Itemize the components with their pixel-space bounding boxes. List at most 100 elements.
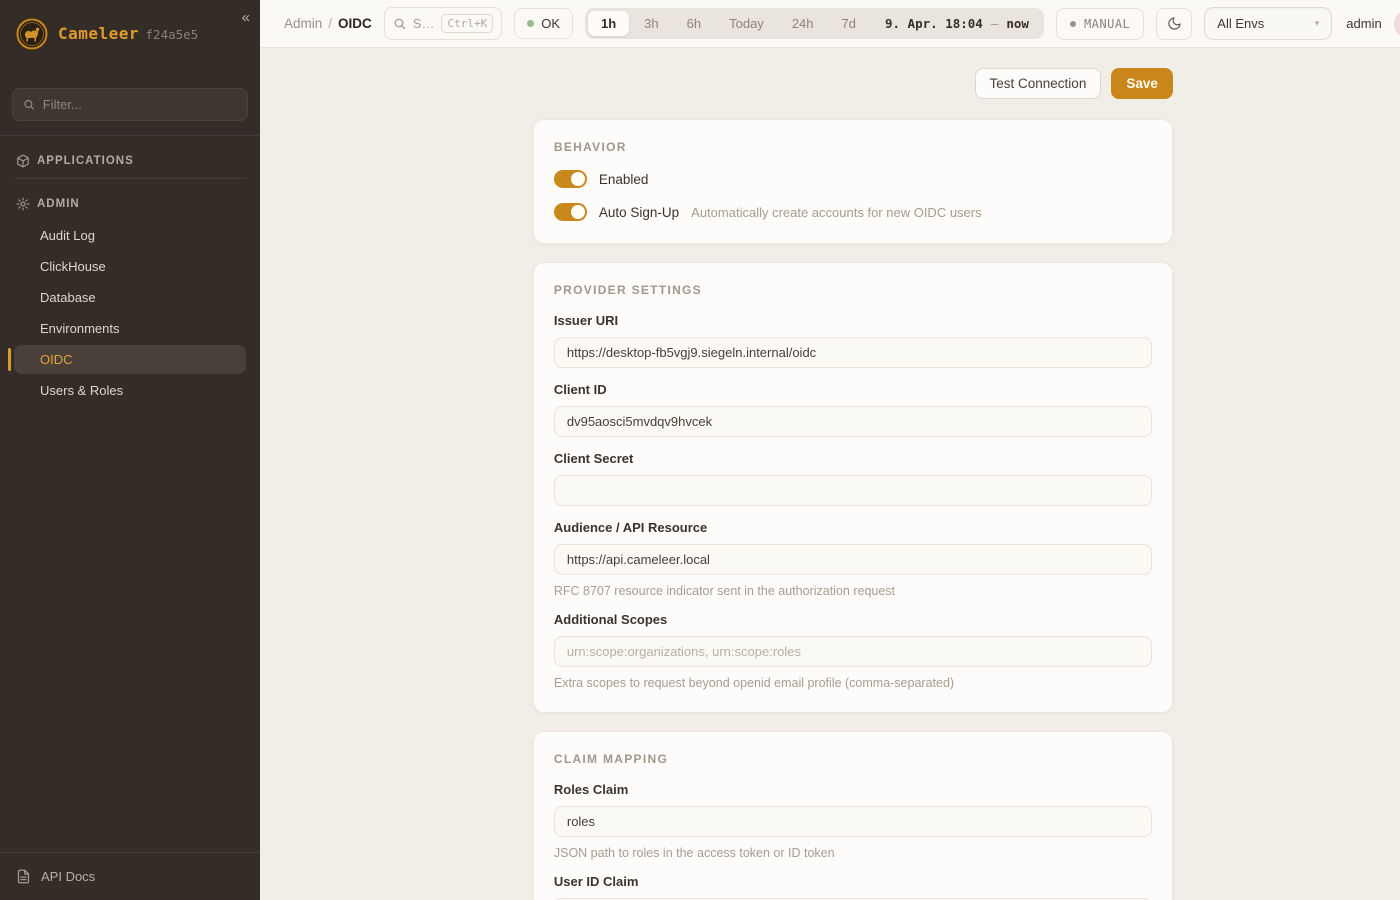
- time-range-control: 1h 3h 6h Today 24h 7d 9. Apr. 18:04 – no…: [585, 8, 1044, 39]
- auto-signup-toggle[interactable]: [554, 203, 587, 221]
- range-24h[interactable]: 24h: [779, 11, 827, 36]
- range-6h[interactable]: 6h: [674, 11, 714, 36]
- breadcrumb-admin[interactable]: Admin: [284, 16, 322, 31]
- api-docs-label: API Docs: [41, 869, 95, 884]
- global-search[interactable]: S… Ctrl+K: [384, 7, 502, 40]
- env-select-value: All Envs: [1217, 16, 1264, 31]
- test-connection-button[interactable]: Test Connection: [975, 68, 1102, 99]
- time-display[interactable]: 9. Apr. 18:04 – now: [871, 11, 1041, 36]
- user-name: admin: [1346, 16, 1381, 31]
- additional-scopes-label: Additional Scopes: [554, 612, 1152, 627]
- auto-signup-hint: Automatically create accounts for new OI…: [691, 205, 981, 220]
- behavior-title: BEHAVIOR: [554, 140, 1152, 154]
- applications-header[interactable]: APPLICATIONS: [14, 150, 246, 172]
- brand-version: f24a5e5: [146, 27, 199, 42]
- sidebar-item-audit-log[interactable]: Audit Log: [14, 221, 246, 250]
- page-actions: Test Connection Save: [533, 68, 1173, 99]
- search-icon: [393, 17, 406, 30]
- refresh-mode-button[interactable]: MANUAL: [1056, 8, 1144, 40]
- sidebar: Cameleer f24a5e5 « APPLICATIONS ADMIN Au…: [0, 0, 260, 900]
- breadcrumb-separator: /: [328, 16, 332, 31]
- search-shortcut: Ctrl+K: [441, 14, 493, 33]
- avatar[interactable]: AD: [1394, 9, 1400, 39]
- additional-scopes-input[interactable]: [554, 636, 1152, 667]
- audience-label: Audience / API Resource: [554, 520, 1152, 535]
- issuer-uri-label: Issuer URI: [554, 313, 1152, 328]
- time-from: 9. Apr. 18:04: [885, 16, 983, 31]
- sidebar-item-environments[interactable]: Environments: [14, 314, 246, 343]
- cameleer-logo-icon: [16, 18, 48, 50]
- client-id-label: Client ID: [554, 382, 1152, 397]
- client-secret-field: Client Secret: [554, 451, 1152, 506]
- time-to: now: [1006, 16, 1029, 31]
- status-badge[interactable]: OK: [514, 8, 573, 39]
- sidebar-filter-input[interactable]: [43, 97, 237, 112]
- breadcrumb: Admin / OIDC: [284, 16, 372, 31]
- sidebar-item-users-roles[interactable]: Users & Roles: [14, 376, 246, 405]
- topbar: Admin / OIDC S… Ctrl+K OK 1h 3h 6h Today…: [260, 0, 1400, 48]
- client-id-input[interactable]: [554, 406, 1152, 437]
- status-dot-icon: [527, 20, 534, 27]
- enabled-label: Enabled: [599, 172, 649, 187]
- dark-mode-toggle[interactable]: [1156, 8, 1192, 40]
- audience-hint: RFC 8707 resource indicator sent in the …: [554, 584, 1152, 598]
- divider: [14, 178, 246, 179]
- time-separator: –: [991, 16, 999, 31]
- roles-claim-input[interactable]: [554, 806, 1152, 837]
- roles-claim-hint: JSON path to roles in the access token o…: [554, 846, 1152, 860]
- document-icon: [16, 869, 31, 884]
- manual-label: MANUAL: [1084, 17, 1130, 31]
- behavior-card: BEHAVIOR Enabled Auto Sign-Up Automatica…: [533, 119, 1173, 244]
- range-7d[interactable]: 7d: [829, 11, 869, 36]
- user-id-claim-label: User ID Claim: [554, 874, 1152, 889]
- issuer-uri-input[interactable]: [554, 337, 1152, 368]
- audience-input[interactable]: [554, 544, 1152, 575]
- range-1h[interactable]: 1h: [588, 11, 629, 36]
- brand-name: Cameleer: [58, 24, 139, 43]
- search-placeholder: S…: [413, 16, 435, 31]
- brand: Cameleer f24a5e5 «: [0, 0, 260, 66]
- enabled-toggle[interactable]: [554, 170, 587, 188]
- section-admin: ADMIN Audit Log ClickHouse Database Envi…: [0, 191, 260, 415]
- additional-scopes-hint: Extra scopes to request beyond openid em…: [554, 676, 1152, 690]
- provider-settings-card: PROVIDER SETTINGS Issuer URI Client ID C…: [533, 262, 1173, 713]
- auto-signup-label: Auto Sign-Up: [599, 205, 679, 220]
- search-icon: [23, 98, 35, 111]
- api-docs-link[interactable]: API Docs: [0, 852, 260, 900]
- manual-dot-icon: [1070, 21, 1076, 27]
- roles-claim-label: Roles Claim: [554, 782, 1152, 797]
- admin-label: ADMIN: [37, 198, 80, 210]
- client-secret-label: Client Secret: [554, 451, 1152, 466]
- user-id-claim-field: User ID Claim Claim used as unique ident…: [554, 874, 1152, 900]
- claim-mapping-card: CLAIM MAPPING Roles Claim JSON path to r…: [533, 731, 1173, 900]
- section-applications: APPLICATIONS: [0, 136, 260, 191]
- sidebar-filter[interactable]: [12, 88, 248, 121]
- status-label: OK: [541, 16, 560, 31]
- auto-signup-toggle-row: Auto Sign-Up Automatically create accoun…: [554, 203, 1152, 221]
- audience-field: Audience / API Resource RFC 8707 resourc…: [554, 520, 1152, 598]
- chevron-down-icon: ▾: [1315, 18, 1320, 29]
- roles-claim-field: Roles Claim JSON path to roles in the ac…: [554, 782, 1152, 860]
- env-select[interactable]: All Envs ▾: [1204, 7, 1332, 40]
- additional-scopes-field: Additional Scopes Extra scopes to reques…: [554, 612, 1152, 690]
- save-button[interactable]: Save: [1111, 68, 1173, 99]
- claim-mapping-title: CLAIM MAPPING: [554, 752, 1152, 766]
- sidebar-collapse-icon[interactable]: «: [242, 10, 250, 25]
- enabled-toggle-row: Enabled: [554, 170, 1152, 188]
- applications-label: APPLICATIONS: [37, 155, 134, 167]
- admin-nav: Audit Log ClickHouse Database Environmen…: [14, 221, 246, 405]
- client-id-field: Client ID: [554, 382, 1152, 437]
- client-secret-input[interactable]: [554, 475, 1152, 506]
- range-today[interactable]: Today: [716, 11, 777, 36]
- sidebar-item-clickhouse[interactable]: ClickHouse: [14, 252, 246, 281]
- package-icon: [16, 154, 30, 168]
- provider-settings-title: PROVIDER SETTINGS: [554, 283, 1152, 297]
- sidebar-item-database[interactable]: Database: [14, 283, 246, 312]
- moon-icon: [1167, 16, 1182, 31]
- admin-header[interactable]: ADMIN: [14, 193, 246, 215]
- page-content: Test Connection Save BEHAVIOR Enabled Au…: [260, 48, 1400, 900]
- sidebar-item-oidc[interactable]: OIDC: [14, 345, 246, 374]
- range-3h[interactable]: 3h: [631, 11, 671, 36]
- gear-icon: [16, 197, 30, 211]
- breadcrumb-page: OIDC: [338, 16, 372, 31]
